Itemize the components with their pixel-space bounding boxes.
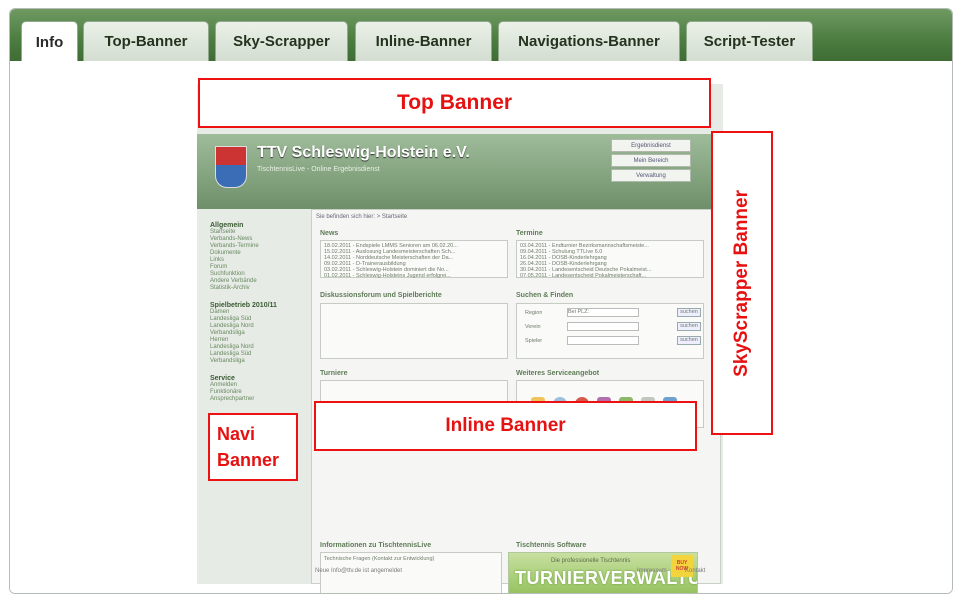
software-title: Tischtennis Software (516, 542, 587, 549)
tab-inline-banner[interactable]: Inline-Banner (355, 21, 492, 61)
sidebar-item[interactable]: Verbandsliga (210, 358, 298, 365)
skyscrapper-banner-label: SkyScrapper Banner (731, 189, 752, 377)
suchen-button[interactable]: suchen (677, 308, 701, 317)
navi-banner-marker: Navi Banner (208, 413, 298, 481)
sidebar-item[interactable]: Links (210, 257, 298, 264)
crest-icon (215, 146, 247, 188)
header-button-verwaltung[interactable]: Verwaltung (611, 169, 691, 182)
sidebar-item[interactable]: Anmelden (210, 382, 298, 389)
termine-panel: 03.04.2011 - Endturnier Bezirksmannschaf… (516, 240, 704, 279)
tab-bar: Info Top-Banner Sky-Scrapper Inline-Bann… (10, 9, 952, 62)
tab-sky-scrapper[interactable]: Sky-Scrapper (215, 21, 348, 61)
banner-layout-preview: TTV Schleswig-Holstein e.V. TischtennisL… (197, 84, 723, 593)
navi-banner-label-line2: Banner (217, 450, 280, 470)
sidebar-item[interactable]: Damen (210, 309, 298, 316)
suchen-label-spieler: Spieler (525, 338, 543, 344)
header-button-ergebnisdienst[interactable]: Ergebnisdienst (611, 139, 691, 152)
termine-list: 03.04.2011 - Endturnier Bezirksmannschaf… (520, 243, 696, 279)
turnierverwaltung-ad[interactable]: Die professionelle Tischtennis TURNIERVE… (508, 552, 698, 593)
software-tagline: Die professionelle Tischtennis (551, 558, 631, 564)
inline-banner-label: Inline Banner (445, 415, 566, 436)
site-title: TTV Schleswig-Holstein e.V. (257, 144, 470, 161)
sidebar-heading: Service (210, 375, 235, 382)
sidebar-item[interactable]: Suchfunktion (210, 271, 298, 278)
infos-title: Informationen zu TischtennisLive (320, 542, 432, 549)
site-subtitle: TischtennisLive - Online Ergebnisdienst (257, 166, 380, 173)
footer-status: Neue Info@ttv.de ist angemeldet (315, 568, 403, 574)
skyscrapper-banner-marker: SkyScrapper Banner (711, 131, 773, 435)
sidebar-heading: Spielbetrieb 2010/11 (210, 302, 277, 309)
inline-banner-marker: Inline Banner (314, 401, 697, 451)
suchen-label-verein: Verein (525, 324, 541, 330)
sidebar-item[interactable]: Funktionäre (210, 389, 298, 396)
diskussion-title: Diskussionsforum und Spielberichte (320, 292, 442, 299)
news-item[interactable]: 01.02.2011 - Schleswig-Holsteins Jugend … (324, 273, 500, 279)
sidebar-item[interactable]: Landesliga Nord (210, 323, 298, 330)
suchen-button[interactable]: suchen (677, 322, 701, 331)
news-panel: 18.02.2011 - Endspiele LMMS Senioren am … (320, 240, 508, 279)
suchen-button[interactable]: suchen (677, 336, 701, 345)
site-main: Sie befinden sich hier: > Startseite New… (311, 209, 721, 593)
sidebar-item[interactable]: Ansprechpartner (210, 396, 298, 403)
sidebar-heading: Allgemein (210, 222, 244, 229)
footer-link-kontakt[interactable]: Kontakt (685, 568, 705, 574)
tab-script-tester[interactable]: Script-Tester (686, 21, 813, 61)
sidebar-item[interactable]: Landesliga Süd (210, 351, 298, 358)
infos-item[interactable]: Technische Fragen (Kontakt zur Entwicklu… (324, 556, 434, 562)
sidebar-item[interactable]: Herren (210, 337, 298, 344)
termine-item[interactable]: 07.05.2011 - Landesentscheid Pokalmeiste… (520, 273, 696, 279)
sidebar-item[interactable]: Landesliga Süd (210, 316, 298, 323)
termine-title: Termine (516, 230, 543, 237)
turniere-title: Turniere (320, 370, 348, 377)
sidebar-item[interactable]: Verbands-News (210, 236, 298, 243)
service-title: Weiteres Serviceangebot (516, 370, 600, 377)
header-button-mein-bereich[interactable]: Mein Bereich (611, 154, 691, 167)
window-frame: Info Top-Banner Sky-Scrapper Inline-Bann… (9, 8, 953, 594)
footer-link-impressum[interactable]: Impressum (637, 568, 667, 574)
spieler-input[interactable] (567, 336, 639, 345)
navi-banner-label-line1: Navi (217, 424, 256, 444)
tab-content: TTV Schleswig-Holstein e.V. TischtennisL… (10, 61, 952, 593)
suchen-label-region: Region (525, 310, 543, 316)
suchen-title: Suchen & Finden (516, 292, 574, 299)
sidebar-item[interactable]: Forum (210, 264, 298, 271)
news-list: 18.02.2011 - Endspiele LMMS Senioren am … (324, 243, 500, 279)
sidebar-item[interactable]: Statistik-Archiv (210, 285, 298, 292)
tab-navigations-banner[interactable]: Navigations-Banner (498, 21, 680, 61)
suchen-panel: Region Bei PLZ: suchen Verein suchen Spi… (516, 303, 704, 359)
breadcrumb: Sie befinden sich hier: > Startseite (316, 214, 408, 220)
tab-top-banner[interactable]: Top-Banner (83, 21, 209, 61)
sidebar-item[interactable]: Verbands-Termine (210, 243, 298, 250)
region-input[interactable]: Bei PLZ: (567, 308, 639, 317)
verein-input[interactable] (567, 322, 639, 331)
diskussion-panel (320, 303, 508, 359)
tab-info[interactable]: Info (21, 21, 78, 62)
sidebar-item[interactable]: Landesliga Nord (210, 344, 298, 351)
sidebar-item[interactable]: Verbandsliga (210, 330, 298, 337)
sidebar-item[interactable]: Dokumente (210, 250, 298, 257)
top-banner-label: Top Banner (396, 91, 513, 114)
sidebar-item[interactable]: Andere Verbände (210, 278, 298, 285)
news-title: News (320, 230, 339, 237)
sidebar-item[interactable]: Startseite (210, 229, 298, 236)
top-banner-marker: Top Banner (198, 78, 711, 128)
